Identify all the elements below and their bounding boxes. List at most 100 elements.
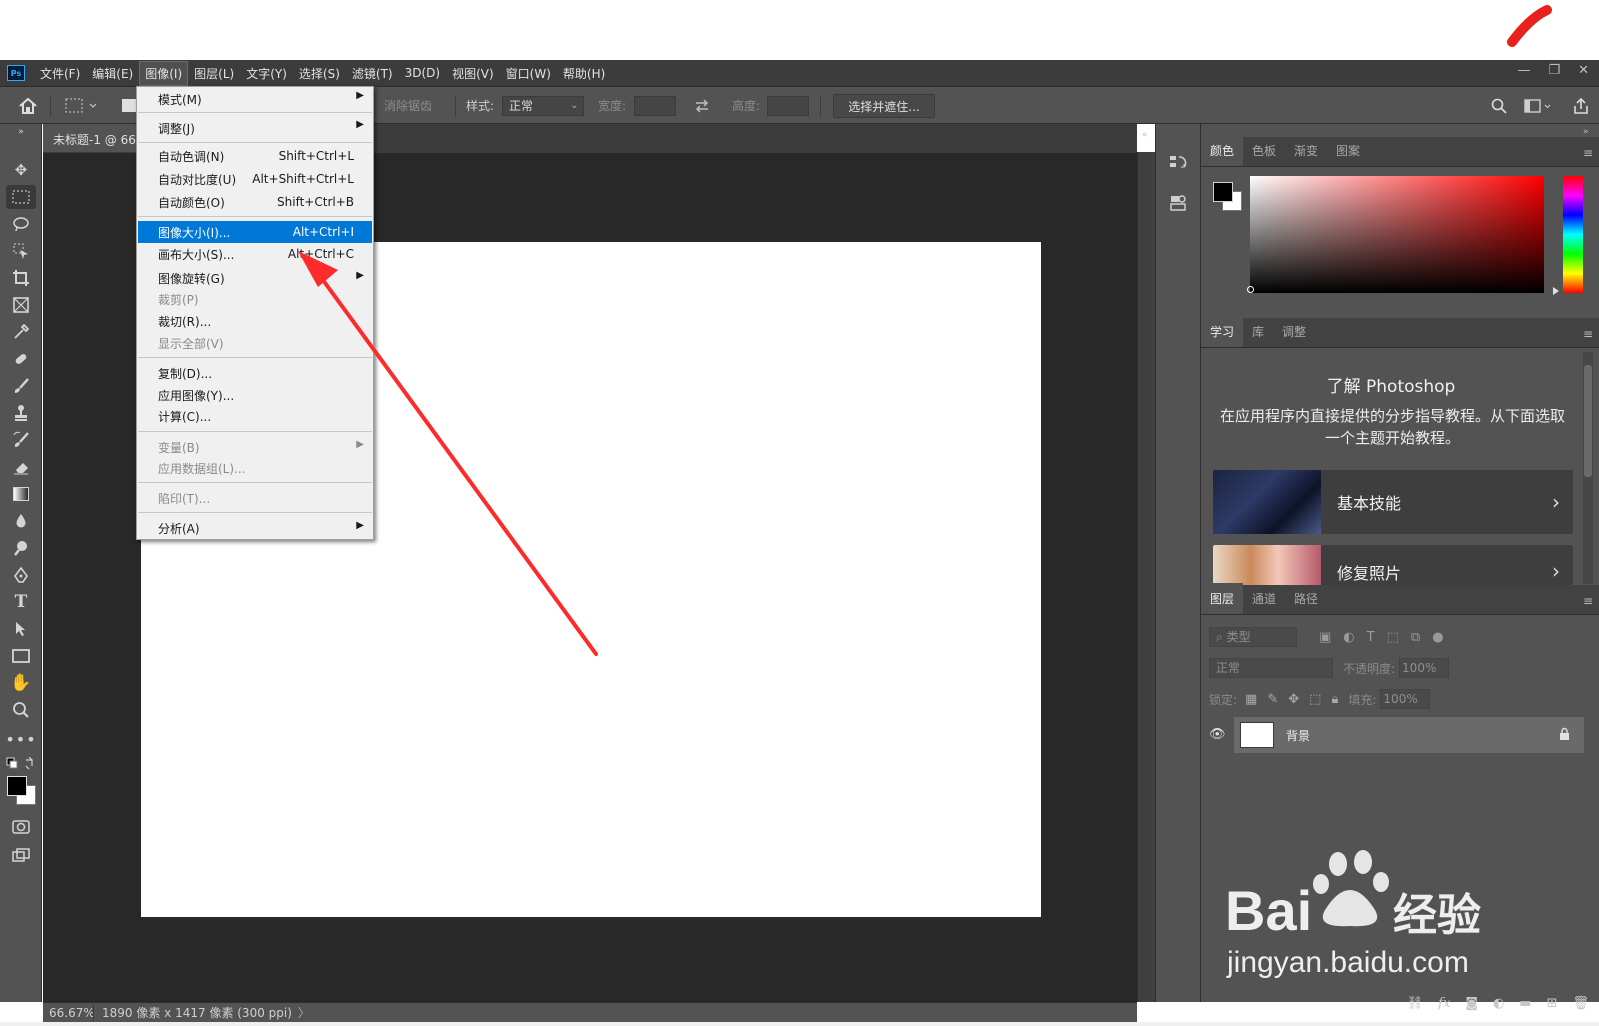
properties-panel-icon[interactable] (1165, 190, 1191, 216)
tab-swatches[interactable]: 色板 (1243, 135, 1285, 166)
frame-tool-icon[interactable] (6, 293, 36, 317)
object-selection-tool-icon[interactable] (6, 239, 36, 263)
learn-card-fix-photo[interactable]: 修复照片 › (1213, 545, 1573, 585)
move-tool-icon[interactable]: ✥ (6, 158, 36, 182)
menu-item-trim[interactable]: 裁切(R)... (138, 310, 372, 332)
blend-mode-select[interactable]: 正常 (1209, 658, 1333, 678)
tab-learn[interactable]: 学习 (1201, 316, 1244, 347)
height-input[interactable] (767, 96, 809, 116)
default-swap-colors-icon[interactable] (6, 756, 36, 772)
menu-item-calculations[interactable]: 计算(C)... (138, 405, 372, 427)
foreground-color-swatch[interactable] (7, 776, 27, 796)
menu-view[interactable]: 视图(V) (447, 62, 499, 85)
lasso-tool-icon[interactable] (6, 212, 36, 236)
hand-tool-icon[interactable]: ✋ (6, 671, 36, 695)
lock-all-icon[interactable]: 🔒︎ (1331, 692, 1338, 707)
menu-item-image-size[interactable]: 图像大小(I)... Alt+Ctrl+I (138, 221, 372, 243)
eraser-tool-icon[interactable] (6, 455, 36, 479)
style-select[interactable]: 正常 ⌄ (502, 96, 584, 116)
clone-stamp-tool-icon[interactable] (6, 401, 36, 425)
color-panel-foreground-swatch[interactable] (1213, 182, 1233, 202)
delete-layer-icon[interactable]: 🗑︎ (1572, 996, 1589, 1011)
menu-edit[interactable]: 编辑(E) (87, 62, 138, 85)
tab-paths[interactable]: 路径 (1285, 583, 1327, 614)
path-selection-tool-icon[interactable] (6, 617, 36, 641)
type-layer-filter-icon[interactable]: T (1367, 630, 1375, 645)
selection-mode-icon[interactable] (122, 87, 136, 124)
width-input[interactable] (634, 96, 676, 116)
new-layer-icon[interactable]: ⊞ (1547, 996, 1558, 1011)
expand-panels-icon[interactable]: » (1583, 127, 1589, 137)
brush-tool-icon[interactable] (6, 374, 36, 398)
restore-icon[interactable]: ❐ (1548, 63, 1560, 78)
collapse-left-icon[interactable]: « (1142, 130, 1148, 140)
smart-object-filter-icon[interactable]: ⧉ (1411, 630, 1420, 645)
crop-tool-icon[interactable] (6, 266, 36, 290)
history-panel-icon[interactable] (1165, 150, 1191, 176)
healing-brush-tool-icon[interactable] (6, 347, 36, 371)
layer-filter-select[interactable]: ⌕ 类型 (1209, 627, 1297, 647)
filter-toggle-icon[interactable]: ● (1432, 630, 1443, 645)
add-mask-icon[interactable]: ◙ (1465, 996, 1478, 1011)
tab-layers[interactable]: 图层 (1201, 583, 1244, 614)
menu-item-auto-color[interactable]: 自动颜色(O) Shift+Ctrl+B (138, 191, 372, 213)
workspace-layout-icon[interactable] (1524, 87, 1552, 124)
menu-layer[interactable]: 图层(L) (189, 62, 239, 85)
pixel-layer-filter-icon[interactable]: ▣ (1319, 630, 1331, 645)
menu-item-apply-data-set[interactable]: 应用数据组(L)... (138, 457, 372, 479)
menu-item-auto-tone[interactable]: 自动色调(N) Shift+Ctrl+L (138, 145, 372, 167)
type-tool-icon[interactable]: T (6, 590, 36, 614)
color-field[interactable] (1250, 176, 1544, 293)
lock-image-pixels-icon[interactable]: ✎ (1267, 692, 1278, 707)
tab-libraries[interactable]: 库 (1243, 316, 1273, 347)
menu-item-mode[interactable]: 模式(M) ▶ (138, 87, 372, 111)
lock-transparent-pixels-icon[interactable]: ▦ (1245, 692, 1257, 707)
panel-menu-icon[interactable]: ≡ (1583, 327, 1593, 341)
hue-slider-handle[interactable] (1553, 287, 1559, 295)
close-icon[interactable]: ✕ (1578, 63, 1589, 78)
status-arrow-icon[interactable]: 〉 (298, 1004, 310, 1021)
menu-help[interactable]: 帮助(H) (558, 62, 610, 85)
menu-type[interactable]: 文字(Y) (241, 62, 292, 85)
menu-item-analysis[interactable]: 分析(A) ▶ (138, 517, 372, 539)
layer-row-background[interactable]: 背景 (1234, 717, 1584, 753)
tab-gradients[interactable]: 渐变 (1285, 135, 1327, 166)
tab-channels[interactable]: 通道 (1243, 583, 1285, 614)
menu-item-canvas-size[interactable]: 画布大小(S)... Alt+Ctrl+C (138, 243, 372, 265)
home-icon[interactable] (18, 87, 38, 124)
zoom-level[interactable]: 66.67% (43, 1006, 95, 1020)
marquee-tool-preset-icon[interactable] (65, 87, 99, 124)
menu-item-crop[interactable]: 裁剪(P) (138, 288, 372, 310)
lock-artboard-icon[interactable]: ⬚ (1309, 692, 1321, 707)
adjustment-layer-filter-icon[interactable]: ◐ (1343, 630, 1354, 645)
history-brush-tool-icon[interactable] (6, 428, 36, 452)
document-info[interactable]: 1890 像素 x 1417 像素 (300 ppi) (102, 1004, 292, 1021)
lock-position-icon[interactable]: ✥ (1288, 692, 1299, 707)
menu-item-trap[interactable]: 陷印(T)... (138, 487, 372, 509)
zoom-tool-icon[interactable] (6, 698, 36, 722)
collapse-toolbar-icon[interactable]: » (6, 126, 36, 138)
menu-item-apply-image[interactable]: 应用图像(Y)... (138, 384, 372, 406)
menu-select[interactable]: 选择(S) (294, 62, 345, 85)
panel-menu-icon[interactable]: ≡ (1583, 146, 1593, 160)
menu-window[interactable]: 窗口(W) (501, 62, 556, 85)
opacity-input[interactable]: 100% (1399, 658, 1450, 678)
menu-3d[interactable]: 3D(D) (400, 63, 445, 83)
pen-tool-icon[interactable] (6, 563, 36, 587)
more-tools-icon[interactable]: ••• (5, 727, 36, 751)
menu-item-adjustments[interactable]: 调整(J) ▶ (138, 116, 372, 140)
minimize-icon[interactable]: — (1517, 63, 1530, 78)
swap-width-height-icon[interactable] (694, 87, 710, 124)
link-layers-icon[interactable]: ⛓︎ (1407, 996, 1424, 1011)
rectangular-marquee-tool-icon[interactable] (6, 185, 36, 209)
dodge-tool-icon[interactable] (6, 536, 36, 560)
gradient-tool-icon[interactable] (6, 482, 36, 506)
layer-visibility-eye-icon[interactable]: 👁︎ (1209, 727, 1226, 742)
antialias-checkbox-label[interactable]: 消除锯齿 (384, 87, 432, 124)
new-group-icon[interactable]: ▬ (1519, 996, 1531, 1011)
shape-layer-filter-icon[interactable]: ⬚ (1387, 630, 1399, 645)
menu-image[interactable]: 图像(I) (139, 60, 189, 86)
quick-mask-icon[interactable] (6, 815, 36, 839)
hue-slider[interactable] (1563, 176, 1583, 293)
panel-menu-icon[interactable]: ≡ (1583, 594, 1593, 608)
